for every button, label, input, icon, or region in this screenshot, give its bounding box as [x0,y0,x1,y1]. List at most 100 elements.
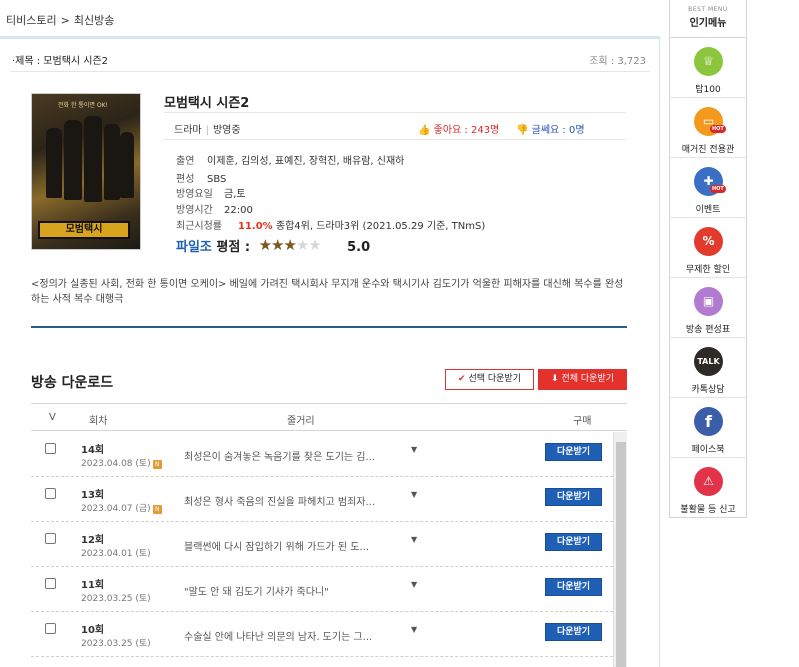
row-checkbox[interactable] [45,533,56,544]
post-title: ·제목 : 모범택시 시즌2 [12,56,109,67]
genre: 드라마 [174,125,202,136]
crown-icon: ♕ [694,47,723,76]
sidebar-title: 인기메뉴 [689,18,727,29]
download-button[interactable]: 다운받기 [545,623,602,641]
hot-badge: HOT [710,125,726,133]
download-heading: 방송 다운로드 [31,375,114,391]
poster-tagline: 전화 한 통이면 OK! [58,102,108,109]
row-checkbox[interactable] [45,578,56,589]
new-badge: N [152,505,162,514]
date-text: 2023.04.07 (금) [81,504,151,514]
sidebar-item-schedule[interactable]: ▣ 방송 편성표 [670,278,746,338]
episode-table: V 회차 줄거리 구매 14회 2023.04.08 (토) N 최성은이 숨겨놓… [31,403,627,667]
thumbs-up-icon: 👍 [418,125,431,136]
like-button[interactable]: 👍 좋아요 : 243명 [418,121,499,136]
meta-value: 이제훈, 김의성, 표예진, 장혁진, 배유람, 신재하 [207,156,405,167]
breadcrumb: 티비스토리 > 최신방송 [6,12,114,28]
episode-number: 12회 [81,535,105,546]
download-button[interactable]: 다운받기 [545,488,602,506]
download-icon: ⬇ [551,374,559,384]
download-button[interactable]: 다운받기 [545,578,602,596]
sidebar-item-discount[interactable]: % 무제한 할인 [670,218,746,278]
sidebar-item-label: 방송 편성표 [685,325,731,335]
col-episode: 회차 [89,416,108,427]
meta-value: SBS [207,174,227,185]
sidebar-header: BEST MENU 인기메뉴 [670,0,746,38]
download-button[interactable]: 다운받기 [545,443,602,461]
sidebar-item-kakaotalk[interactable]: TALK 카톡상담 [670,338,746,398]
meta-value: 금,토 [224,189,246,200]
meta-time: 방영시간 22:00 [176,201,253,216]
title-bar: ·제목 : 모범택시 시즌2 조회 : 3,723 [10,44,650,72]
breadcrumb-current[interactable]: 최신방송 [74,14,114,27]
episode-plot: 블랙썬에 다시 잠입하기 위해 가드가 된 도... [184,542,370,553]
table-row: 14회 2023.04.08 (토) N 최성은이 숨겨놓은 녹음기를 찾은 도기… [31,432,613,477]
sidebar-item-label: 페이스북 [691,445,725,455]
facebook-icon: f [694,407,723,436]
meta-key: 방영요일 [176,189,213,200]
sidebar-item-label: 매거진 전용관 [681,145,735,155]
sidebar-item-report[interactable]: ⚠ 불활물 등 신고 [670,458,746,518]
expand-caret-icon[interactable]: ▼ [411,580,417,589]
sidebar-item-label: 무제한 할인 [685,265,731,275]
show-title: 모범택시 시즌2 [164,96,250,111]
info-row: 드라마 | 방영중 👍 좋아요 : 243명 👎 글쎄요 : 0명 [164,112,626,140]
kakaotalk-icon: TALK [694,347,723,376]
sidebar-item-label: 불활물 등 신고 [680,505,736,515]
expand-caret-icon[interactable]: ▼ [411,445,417,454]
row-checkbox[interactable] [45,443,56,454]
date-text: 2023.04.08 (토) [81,459,151,469]
dislike-button[interactable]: 👎 글쎄요 : 0명 [516,121,585,136]
episode-date: 2023.03.25 (토) [81,594,151,604]
meta-cast: 출연 이제훈, 김의성, 표예진, 장혁진, 배유람, 신재하 [176,152,404,167]
expand-caret-icon[interactable]: ▼ [411,625,417,634]
meta-rating: 최근시청률 11.0% 종합4위, 드라마3위 (2021.05.29 기준, T… [176,217,485,232]
table-header: V 회차 줄거리 구매 [31,403,627,431]
percent-icon: % [694,227,723,256]
episode-plot: 최성은이 숨겨놓은 녹음기를 찾은 도기는 김... [184,452,376,463]
meta-day: 방영요일 금,토 [176,185,246,200]
sidebar-item-top100[interactable]: ♕ 탑100 [670,38,746,98]
expand-caret-icon[interactable]: ▼ [411,490,417,499]
like-count: 좋아요 : 243명 [433,125,500,136]
show-poster[interactable]: 전화 한 통이면 OK! 모범택시 [31,93,141,250]
breadcrumb-separator: > [60,14,70,27]
expand-caret-icon[interactable]: ▼ [411,535,417,544]
episode-number: 10회 [81,625,105,636]
episode-number: 11회 [81,580,105,591]
download-selected-button[interactable]: ✔ 선택 다운받기 [445,369,534,390]
download-all-button[interactable]: ⬇ 전체 다운받기 [538,369,627,390]
episode-plot: "말도 안 돼 김도기 기사가 죽다니" [184,587,329,598]
sidebar-item-label: 이벤트 [695,205,721,215]
user-rating: 파일조 평점 : ★★★★★ ★★★★★ 5.0 [176,236,370,255]
col-plot: 줄거리 [287,416,315,427]
view-count: 조회 : 3,723 [589,56,646,67]
download-button[interactable]: 다운받기 [545,533,602,551]
poster-logo: 모범택시 [38,221,130,239]
episode-date: 2023.03.25 (토) [81,639,151,649]
col-buy: 구매 [573,416,592,427]
sidebar-item-magazine[interactable]: ▭ HOT 매거진 전용관 [670,98,746,158]
sidebar-item-event[interactable]: ✚ HOT 이벤트 [670,158,746,218]
sidebar-item-facebook[interactable]: f 페이스북 [670,398,746,458]
scrollbar-thumb[interactable] [616,442,626,667]
meta-value: 종합4위, 드라마3위 (2021.05.29 기준, TNmS) [272,221,486,232]
hot-badge: HOT [710,185,726,193]
tv-icon: ▣ [694,287,723,316]
star-filled-icons: ★★★★★ [258,236,296,254]
table-row: 10회 2023.03.25 (토) 수술실 안에 나타난 의문의 남자. 도기… [31,612,613,657]
brand-name: 파일조 [176,240,212,255]
new-badge: N [152,460,162,469]
table-scrollbar[interactable] [613,432,627,667]
breadcrumb-home[interactable]: 티비스토리 [6,14,57,27]
meta-key: 방영시간 [176,205,213,216]
synopsis: <정의가 실종된 사회, 전화 한 통이면 오케이> 베일에 가려진 택시회사 … [31,279,624,305]
poster-figure [104,124,120,200]
table-row: 12회 2023.04.01 (토) 블랙썬에 다시 잠입하기 위해 가드가 된… [31,522,613,567]
row-checkbox[interactable] [45,623,56,634]
table-row: 11회 2023.03.25 (토) "말도 안 돼 김도기 기사가 죽다니" … [31,567,613,612]
episode-plot: 최성은 형사 죽음의 진실을 파헤치고 범죄자... [184,497,376,508]
meta-network: 편성 SBS [176,170,226,185]
row-checkbox[interactable] [45,488,56,499]
rating-percent: 11.0% [238,221,273,232]
